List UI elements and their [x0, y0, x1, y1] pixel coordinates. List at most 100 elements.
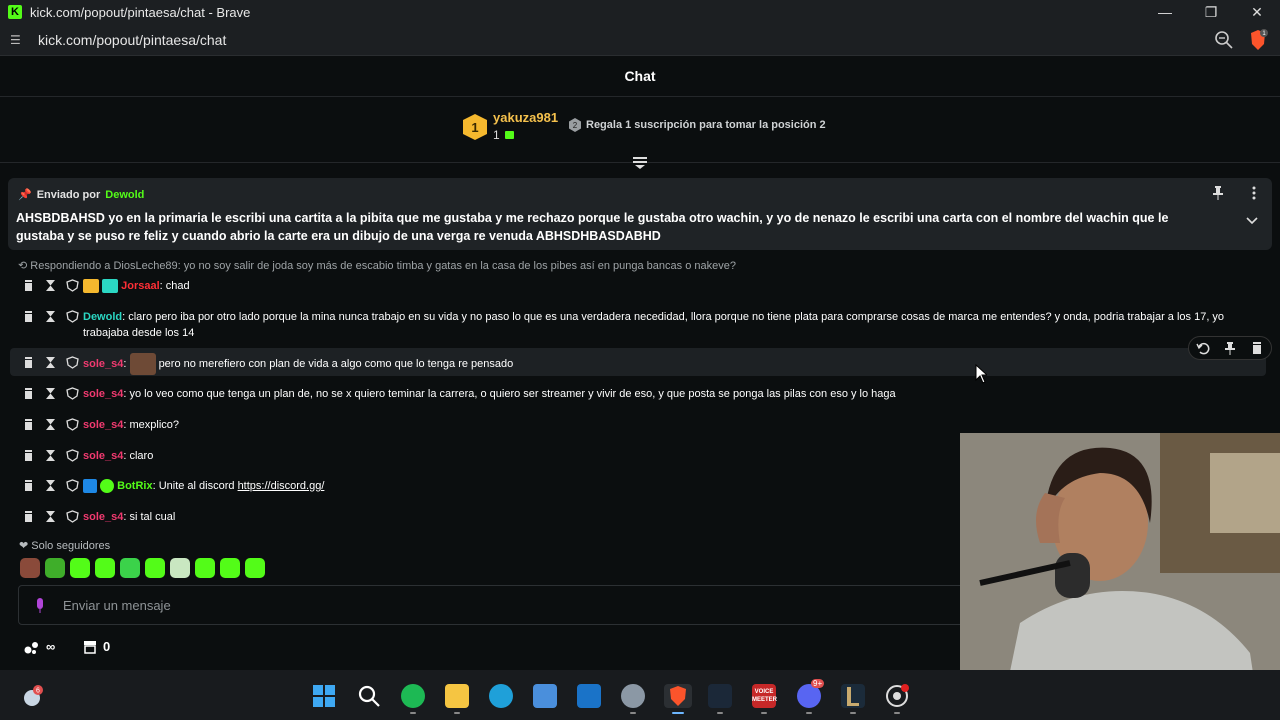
- svg-text:2: 2: [573, 121, 578, 130]
- weather-widget-icon[interactable]: 6: [20, 684, 44, 708]
- delete-icon[interactable]: [22, 356, 35, 369]
- delete-icon[interactable]: [22, 387, 35, 400]
- discord-link[interactable]: https://discord.gg/: [238, 480, 325, 492]
- taskbar-active-indicator: [672, 712, 684, 714]
- mouse-cursor-icon: [975, 364, 987, 384]
- chat-username[interactable]: BotRix: [117, 480, 152, 492]
- obs-icon[interactable]: [885, 684, 909, 708]
- emote-icon[interactable]: [70, 558, 90, 578]
- emote-icon[interactable]: [145, 558, 165, 578]
- timeout-icon[interactable]: [44, 279, 57, 292]
- ban-icon[interactable]: [66, 278, 79, 292]
- store-icon: [84, 640, 96, 654]
- start-menu-icon[interactable]: [312, 684, 336, 708]
- chevron-down-icon[interactable]: [1246, 216, 1258, 226]
- kick-logo-icon: K: [8, 5, 22, 19]
- channel-points[interactable]: ∞: [24, 639, 55, 654]
- brave-shields-icon[interactable]: 1: [1248, 29, 1268, 51]
- minimize-button[interactable]: —: [1142, 0, 1188, 24]
- ban-icon[interactable]: [66, 417, 79, 431]
- pinned-header: 📌 Enviado por Dewold: [18, 188, 144, 202]
- chat-text: : chad: [159, 280, 190, 292]
- emote-icon[interactable]: [195, 558, 215, 578]
- ban-icon[interactable]: [66, 448, 79, 462]
- emote-icon[interactable]: [170, 558, 190, 578]
- microphone-icon[interactable]: [35, 598, 45, 614]
- timeout-icon[interactable]: [44, 510, 57, 523]
- chat-text: : claro pero iba por otro lado porque la…: [83, 311, 1225, 339]
- zoom-icon[interactable]: [1214, 30, 1234, 50]
- timeout-icon[interactable]: [44, 356, 57, 369]
- emote-icon[interactable]: [120, 558, 140, 578]
- chat-text: : claro: [123, 450, 154, 462]
- emote-icon[interactable]: [95, 558, 115, 578]
- brave-taskbar-icon[interactable]: [664, 684, 692, 708]
- outlook-icon[interactable]: [577, 684, 601, 708]
- chat-username[interactable]: sole_s4: [83, 358, 123, 370]
- discord-icon[interactable]: 9+: [797, 679, 825, 708]
- chat-username[interactable]: sole_s4: [83, 511, 123, 523]
- pinned-sent-by-label: Enviado por: [36, 188, 101, 201]
- emote-icon[interactable]: [45, 558, 65, 578]
- chat-username[interactable]: sole_s4: [83, 419, 123, 431]
- taskbar-running-indicator: [630, 712, 636, 714]
- crown-badge-icon: [83, 279, 99, 294]
- chat-text: pero no merefiero con plan de vida a alg…: [158, 357, 514, 370]
- search-icon[interactable]: [357, 684, 381, 708]
- ban-icon[interactable]: [66, 355, 79, 369]
- pinned-author[interactable]: Dewold: [105, 189, 144, 201]
- leader-gift-count: 1: [493, 128, 500, 142]
- file-explorer-icon[interactable]: [445, 684, 469, 708]
- close-window-button[interactable]: ✕: [1234, 0, 1280, 24]
- chat-username[interactable]: Jorsaal: [121, 280, 160, 292]
- delete-icon[interactable]: [22, 479, 35, 492]
- chat-username[interactable]: sole_s4: [83, 450, 123, 462]
- microsoft-store-icon[interactable]: [533, 684, 557, 708]
- timeout-icon[interactable]: [44, 449, 57, 462]
- timeout-icon[interactable]: [44, 310, 57, 323]
- site-settings-icon[interactable]: ☰: [10, 33, 24, 47]
- leader-username[interactable]: yakuza981: [493, 110, 558, 125]
- voicemeeter-label: VOICE MEETER: [752, 689, 778, 703]
- delete-icon[interactable]: [22, 510, 35, 523]
- delete-icon[interactable]: [22, 279, 35, 292]
- maximize-button[interactable]: ❐: [1188, 0, 1234, 24]
- taskbar-running-indicator: [850, 712, 856, 714]
- timeout-icon[interactable]: [44, 387, 57, 400]
- followers-only-label: Solo seguidores: [31, 540, 111, 552]
- sub-badge-icon: [102, 279, 119, 294]
- emote-icon[interactable]: [20, 558, 40, 578]
- timeout-icon[interactable]: [44, 479, 57, 492]
- custom-emote: [129, 353, 156, 375]
- spotify-icon[interactable]: [401, 684, 425, 708]
- reply-icon[interactable]: [1196, 341, 1210, 355]
- store-button[interactable]: 0: [83, 639, 110, 654]
- timeout-icon[interactable]: [44, 418, 57, 431]
- reply-context: ⟲ Respondiendo a DiosLeche89: yo no soy …: [18, 260, 736, 272]
- ban-icon[interactable]: [66, 386, 79, 400]
- voicemeeter-icon[interactable]: VOICE MEETER: [752, 684, 778, 708]
- delete-icon[interactable]: [22, 310, 35, 323]
- league-client-icon[interactable]: [841, 684, 865, 708]
- settings-gear-icon[interactable]: [621, 684, 645, 708]
- pin-message-icon[interactable]: [1223, 341, 1237, 355]
- steam-icon[interactable]: [708, 684, 732, 708]
- taskbar-running-indicator: [894, 712, 900, 714]
- chat-username[interactable]: sole_s4: [83, 388, 123, 400]
- url-field[interactable]: kick.com/popout/pintaesa/chat: [38, 32, 226, 48]
- emote-icon[interactable]: [245, 558, 265, 578]
- edge-icon[interactable]: [489, 684, 513, 708]
- scroll-to-bottom-icon[interactable]: [632, 156, 648, 170]
- ban-icon[interactable]: [66, 478, 79, 492]
- delete-icon[interactable]: [22, 418, 35, 431]
- chat-username[interactable]: Dewold: [83, 311, 122, 323]
- emote-icon[interactable]: [220, 558, 240, 578]
- ban-icon[interactable]: [66, 309, 79, 323]
- more-options-icon[interactable]: [1250, 186, 1258, 200]
- trash-icon[interactable]: [1250, 341, 1264, 355]
- ban-icon[interactable]: [66, 509, 79, 523]
- chat-header: Chat: [0, 56, 1280, 97]
- delete-icon[interactable]: [22, 449, 35, 462]
- verified-badge-icon: [100, 479, 115, 494]
- pin-icon[interactable]: [1212, 186, 1224, 200]
